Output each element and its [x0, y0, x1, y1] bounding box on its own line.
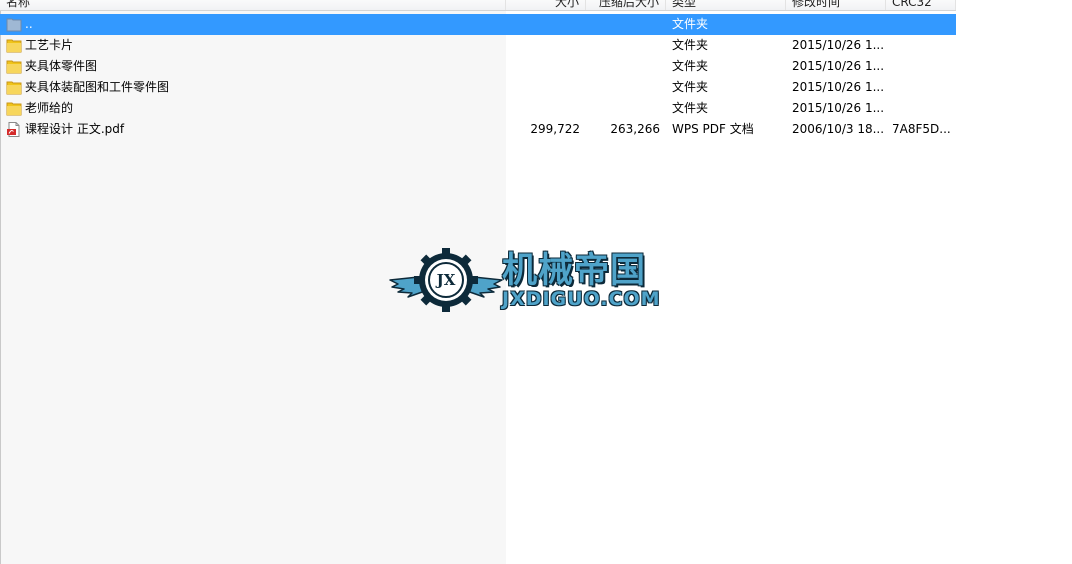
column-header-modified[interactable]: 修改时间: [786, 0, 886, 10]
file-row[interactable]: 夹具体装配图和工件零件图 文件夹 2015/10/26 1...: [0, 77, 956, 98]
file-crc32: 7A8F5D...: [892, 122, 951, 136]
file-packed-size: [586, 77, 660, 98]
file-type: WPS PDF 文档: [672, 122, 754, 136]
column-header-crc32[interactable]: CRC32: [886, 0, 956, 10]
file-crc32: [892, 35, 954, 56]
folder-icon: [6, 60, 22, 74]
watermark-domain: JXDIGUO.COM: [502, 288, 661, 310]
file-modified: [792, 14, 884, 35]
file-crc32: [892, 56, 954, 77]
file-row[interactable]: 夹具体零件图 文件夹 2015/10/26 1...: [0, 56, 956, 77]
file-name: 老师给的: [25, 101, 74, 115]
file-packed-size: [586, 35, 660, 56]
emblem-badge-text: JX: [436, 271, 456, 289]
file-size: [506, 35, 580, 56]
file-packed-size: [586, 14, 660, 35]
file-modified: 2015/10/26 1...: [792, 80, 884, 94]
file-name: ..: [25, 17, 33, 31]
file-size: [506, 56, 580, 77]
watermark-chinese-title: 机械帝国: [502, 251, 647, 291]
file-row-parent[interactable]: .. 文件夹: [0, 14, 956, 35]
file-type: 文件夹: [672, 59, 709, 73]
file-size: [506, 77, 580, 98]
file-row[interactable]: 老师给的 文件夹 2015/10/26 1...: [0, 98, 956, 119]
file-name: 夹具体装配图和工件零件图: [25, 80, 170, 94]
column-header-bar: 名称 大小 压缩后大小 类型 修改时间 CRC32: [0, 0, 956, 11]
file-type: 文件夹: [672, 101, 709, 115]
file-name: 夹具体零件图: [25, 59, 98, 73]
file-modified: 2015/10/26 1...: [792, 59, 884, 73]
folder-up-icon: [6, 18, 22, 32]
file-modified: 2006/10/3 18...: [792, 122, 884, 136]
file-size: [506, 14, 580, 35]
column-header-packed-size[interactable]: 压缩后大小: [586, 0, 666, 10]
file-packed-size: [586, 56, 660, 77]
column-header-name[interactable]: 名称: [0, 0, 506, 10]
column-header-size[interactable]: 大小: [506, 0, 586, 10]
file-modified: 2015/10/26 1...: [792, 101, 884, 115]
file-size: 299,722: [530, 122, 580, 136]
file-name: 课程设计 正文.pdf: [25, 122, 125, 136]
file-row[interactable]: 课程设计 正文.pdf 299,722 263,266 WPS PDF 文档 2…: [0, 119, 956, 140]
file-size: [506, 98, 580, 119]
file-crc32: [892, 98, 954, 119]
folder-icon: [6, 81, 22, 95]
folder-icon: [6, 39, 22, 53]
file-packed-size: [586, 98, 660, 119]
file-type: 文件夹: [672, 17, 709, 31]
pdf-file-icon: [7, 122, 20, 137]
file-packed-size: 263,266: [610, 122, 660, 136]
folder-icon: [6, 102, 22, 116]
column-header-type[interactable]: 类型: [666, 0, 786, 10]
file-modified: 2015/10/26 1...: [792, 38, 884, 52]
file-name: 工艺卡片: [25, 38, 74, 52]
watermark-logo: JX 机械帝国 JXDIGUO.COM: [388, 246, 684, 314]
file-row[interactable]: 工艺卡片 文件夹 2015/10/26 1...: [0, 35, 956, 56]
file-crc32: [892, 77, 954, 98]
file-type: 文件夹: [672, 80, 709, 94]
file-type: 文件夹: [672, 38, 709, 52]
file-crc32: [892, 14, 954, 35]
